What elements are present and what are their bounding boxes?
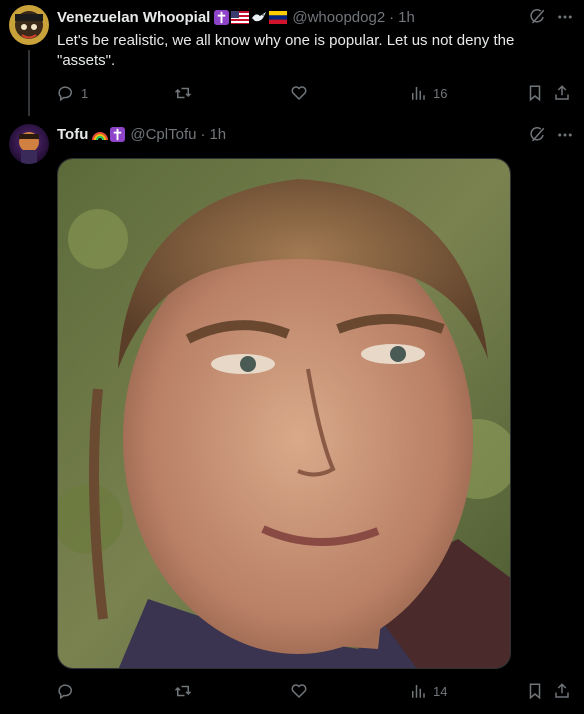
cross-emoji-icon [214, 9, 230, 25]
view-count: 14 [433, 683, 448, 699]
view-count: 16 [433, 85, 448, 101]
bookmark-icon [529, 85, 541, 102]
action-bar: 14 [57, 681, 577, 701]
cross-emoji-icon [110, 126, 126, 142]
handle[interactable]: @CplTofu [130, 126, 196, 143]
reply-button[interactable]: 1 [57, 83, 88, 103]
display-name[interactable]: Venezuelan Whoopial [57, 9, 210, 26]
name-badges [92, 126, 126, 142]
views-button[interactable]: 14 [409, 681, 447, 701]
heart-icon [291, 86, 307, 101]
handle[interactable]: @whoopdog2 [292, 9, 385, 26]
reply-button[interactable] [57, 681, 75, 701]
timestamp[interactable]: 1h [398, 9, 415, 26]
timestamp[interactable]: 1h [209, 126, 226, 143]
bookmark-button[interactable] [526, 83, 544, 103]
bookmark-button[interactable] [526, 681, 544, 701]
tweet-text: Let's be realistic, we all know why one … [57, 32, 515, 69]
tweet-header: Tofu @CplTofu · 1h [57, 124, 226, 144]
share-icon [555, 683, 569, 698]
like-button[interactable] [290, 681, 308, 701]
retweet-icon [174, 87, 192, 99]
share-button[interactable] [553, 83, 571, 103]
dove-emoji-icon [252, 12, 267, 22]
like-button[interactable] [290, 83, 308, 103]
avatar[interactable] [9, 124, 49, 164]
more-options-icon[interactable] [556, 8, 574, 26]
reply-icon [58, 86, 72, 102]
tweet-photo[interactable] [57, 158, 511, 669]
separator: · [389, 8, 395, 26]
tweet-2[interactable]: Tofu @CplTofu · 1h 14 [0, 118, 584, 714]
views-button[interactable]: 16 [409, 83, 447, 103]
views-icon [412, 87, 425, 100]
reply-count: 1 [81, 85, 89, 101]
thread-connector [28, 50, 30, 116]
tweet-header: Venezuelan Whoopial @whoopdog2 · 1h [57, 7, 415, 27]
heart-icon [291, 684, 307, 699]
action-bar: 1 16 [57, 83, 577, 103]
rainbow-emoji-icon [92, 132, 109, 141]
grok-icon[interactable] [528, 8, 546, 26]
grok-icon[interactable] [528, 126, 546, 144]
name-badges [214, 9, 288, 25]
us-flag-emoji-icon [231, 10, 250, 24]
venezuela-flag-emoji-icon [269, 10, 288, 24]
separator: · [200, 125, 206, 143]
share-icon [555, 85, 569, 100]
display-name[interactable]: Tofu [57, 126, 88, 143]
retweet-icon [174, 685, 192, 697]
avatar[interactable] [9, 5, 49, 45]
more-options-icon[interactable] [556, 126, 574, 144]
reply-icon [58, 684, 72, 700]
tweet-1[interactable]: Venezuelan Whoopial @whoopdog2 · 1h Let'… [0, 0, 584, 118]
retweet-button[interactable] [174, 681, 192, 701]
views-icon [412, 685, 425, 698]
share-button[interactable] [553, 681, 571, 701]
retweet-button[interactable] [174, 83, 192, 103]
bookmark-icon [529, 683, 541, 700]
